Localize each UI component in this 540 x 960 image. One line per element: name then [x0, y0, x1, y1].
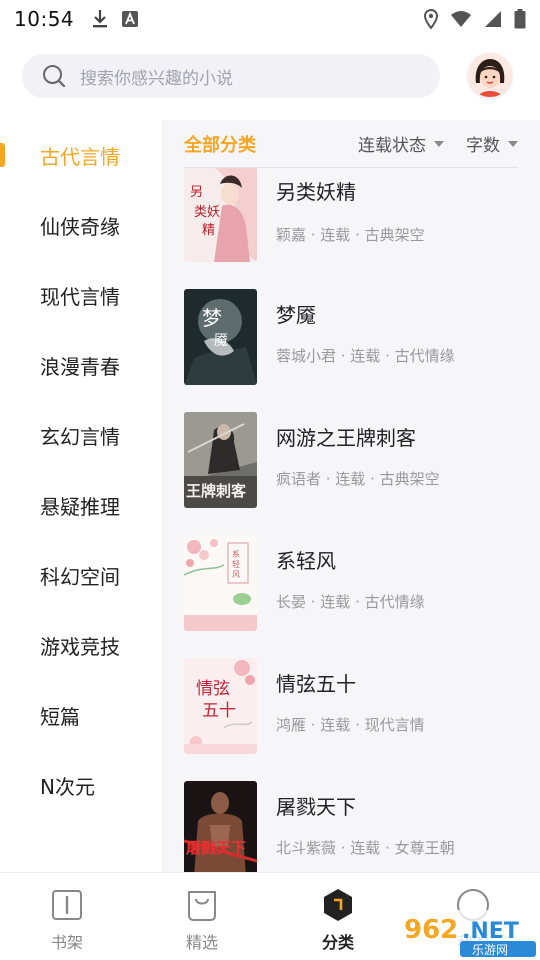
sidebar-item-n-dimension[interactable]: N次元: [0, 750, 162, 820]
sidebar-item-label: 游戏竞技: [40, 634, 120, 659]
battery-icon: [514, 9, 526, 29]
sidebar-item-label: 悬疑推理: [40, 494, 120, 519]
sidebar-item-youth[interactable]: 浪漫青春: [0, 330, 162, 400]
filter-row: 全部分类 连载状态 字数: [162, 120, 540, 168]
svg-text:魇: 魇: [214, 333, 228, 349]
watermark-logo: 962 .NET 乐游网: [400, 910, 538, 958]
sidebar-item-ancient-romance[interactable]: 古代言情: [0, 120, 162, 190]
nav-category[interactable]: 分类: [288, 873, 388, 960]
book-item[interactable]: 屠戮天下 屠戮天下 北斗紫薇 · 连载 · 女尊王朝: [184, 781, 524, 872]
bookshelf-icon: [49, 887, 85, 923]
book-title: 系轻风: [276, 549, 336, 573]
svg-text:风: 风: [232, 570, 240, 579]
sidebar-item-fantasy-romance[interactable]: 玄幻言情: [0, 400, 162, 470]
svg-text:屠戮天下: 屠戮天下: [186, 839, 246, 857]
search-bar[interactable]: 搜索你感兴趣的小说: [22, 54, 440, 98]
sidebar-item-label: 浪漫青春: [40, 354, 120, 379]
book-title: 另类妖精: [276, 180, 356, 204]
location-icon: [424, 9, 438, 29]
caret-down-icon: [508, 140, 518, 147]
search-placeholder: 搜索你感兴趣的小说: [80, 68, 233, 89]
sidebar-item-xianxia[interactable]: 仙侠奇缘: [0, 190, 162, 260]
book-item[interactable]: 另 类妖 精 另类妖精 颖嘉 · 连载 · 古典架空: [184, 166, 524, 262]
status-bar: 10:54: [0, 0, 540, 38]
avatar[interactable]: [468, 53, 512, 97]
sidebar-item-label: 科幻空间: [40, 564, 120, 589]
sidebar-item-label: 现代言情: [40, 284, 120, 309]
book-title: 屠戮天下: [276, 795, 356, 819]
signal-icon: [485, 11, 501, 27]
book-meta: 疯语者 · 连载 · 古典架空: [276, 470, 440, 488]
svg-text:轻: 轻: [232, 559, 240, 569]
sidebar-item-label: 古代言情: [40, 144, 120, 169]
book-meta: 长晏 · 连载 · 古代情缘: [276, 593, 425, 611]
svg-text:类妖: 类妖: [194, 205, 220, 220]
book-cover: 王牌刺客: [184, 412, 257, 508]
svg-text:962: 962: [404, 915, 458, 945]
book-meta: 北斗紫薇 · 连载 · 女尊王朝: [276, 839, 455, 857]
sidebar-item-label: 玄幻言情: [40, 424, 120, 449]
book-cover: 屠戮天下: [184, 781, 257, 872]
sidebar-item-short[interactable]: 短篇: [0, 680, 162, 750]
book-cover: 系 轻 风: [184, 535, 257, 631]
svg-text:另: 另: [190, 185, 203, 200]
wifi-icon: [451, 11, 471, 27]
book-item[interactable]: 梦 魇 梦魇 蓉城小君 · 连载 · 古代情缘: [184, 289, 524, 385]
sidebar-item-label: N次元: [40, 774, 95, 799]
caret-down-icon: [434, 140, 444, 147]
app-notification-icon: [122, 11, 139, 27]
book-meta: 颖嘉 · 连载 · 古典架空: [276, 226, 425, 244]
svg-text:乐游网: 乐游网: [472, 943, 508, 957]
active-indicator: [0, 143, 5, 167]
book-meta: 鸿雁 · 连载 · 现代言情: [276, 716, 425, 734]
svg-text:情弦: 情弦: [196, 679, 230, 699]
book-meta: 蓉城小君 · 连载 · 古代情缘: [276, 347, 455, 365]
nav-label: 精选: [185, 933, 218, 952]
nav-featured[interactable]: 精选: [152, 873, 252, 960]
sidebar-item-mystery[interactable]: 悬疑推理: [0, 470, 162, 540]
svg-text:王牌刺客: 王牌刺客: [186, 482, 247, 500]
category-sidebar: 古代言情 仙侠奇缘 现代言情 浪漫青春 玄幻言情 悬疑推理 科幻空间 游戏竞技 …: [0, 120, 162, 872]
book-cover: 另 类妖 精: [184, 166, 257, 262]
filter-status-label: 连载状态: [358, 136, 426, 156]
book-title: 梦魇: [276, 303, 316, 327]
filter-word-count-label: 字数: [466, 136, 500, 156]
status-time: 10:54: [14, 7, 75, 31]
sidebar-item-label: 仙侠奇缘: [40, 214, 120, 239]
avatar-image: [468, 53, 512, 97]
book-item[interactable]: 情弦 五十 情弦五十 鸿雁 · 连载 · 现代言情: [184, 658, 524, 754]
svg-text:精: 精: [202, 223, 215, 238]
category-icon: [320, 887, 356, 923]
search-icon: [43, 65, 66, 88]
svg-text:系: 系: [232, 549, 240, 559]
divider: [184, 167, 518, 168]
download-icon: [93, 10, 108, 28]
shopping-bag-icon: [184, 887, 220, 923]
book-title: 网游之王牌刺客: [276, 426, 416, 450]
svg-text:五十: 五十: [202, 701, 236, 721]
sidebar-item-gaming[interactable]: 游戏竞技: [0, 610, 162, 680]
sidebar-item-scifi[interactable]: 科幻空间: [0, 540, 162, 610]
filter-word-count-dropdown[interactable]: 字数: [466, 131, 518, 156]
svg-text:梦: 梦: [202, 306, 222, 330]
nav-label: 书架: [50, 933, 83, 952]
sidebar-item-label: 短篇: [40, 704, 80, 729]
book-cover: 情弦 五十: [184, 658, 257, 754]
svg-text:.NET: .NET: [462, 919, 519, 944]
book-item[interactable]: 王牌刺客 网游之王牌刺客 疯语者 · 连载 · 古典架空: [184, 412, 524, 508]
book-title: 情弦五十: [276, 672, 356, 696]
book-item[interactable]: 系 轻 风 系轻风 长晏 · 连载 · 古代情缘: [184, 535, 524, 631]
filter-status-dropdown[interactable]: 连载状态: [358, 131, 444, 156]
book-list-panel: 全部分类 连载状态 字数 另 类妖 精 另类妖精 颖嘉 · 连载 · 古典架空 …: [162, 120, 540, 872]
nav-label: 分类: [321, 933, 354, 952]
book-cover: 梦 魇: [184, 289, 257, 385]
nav-bookshelf[interactable]: 书架: [17, 873, 117, 960]
sidebar-item-modern-romance[interactable]: 现代言情: [0, 260, 162, 330]
filter-all-categories[interactable]: 全部分类: [184, 131, 256, 157]
